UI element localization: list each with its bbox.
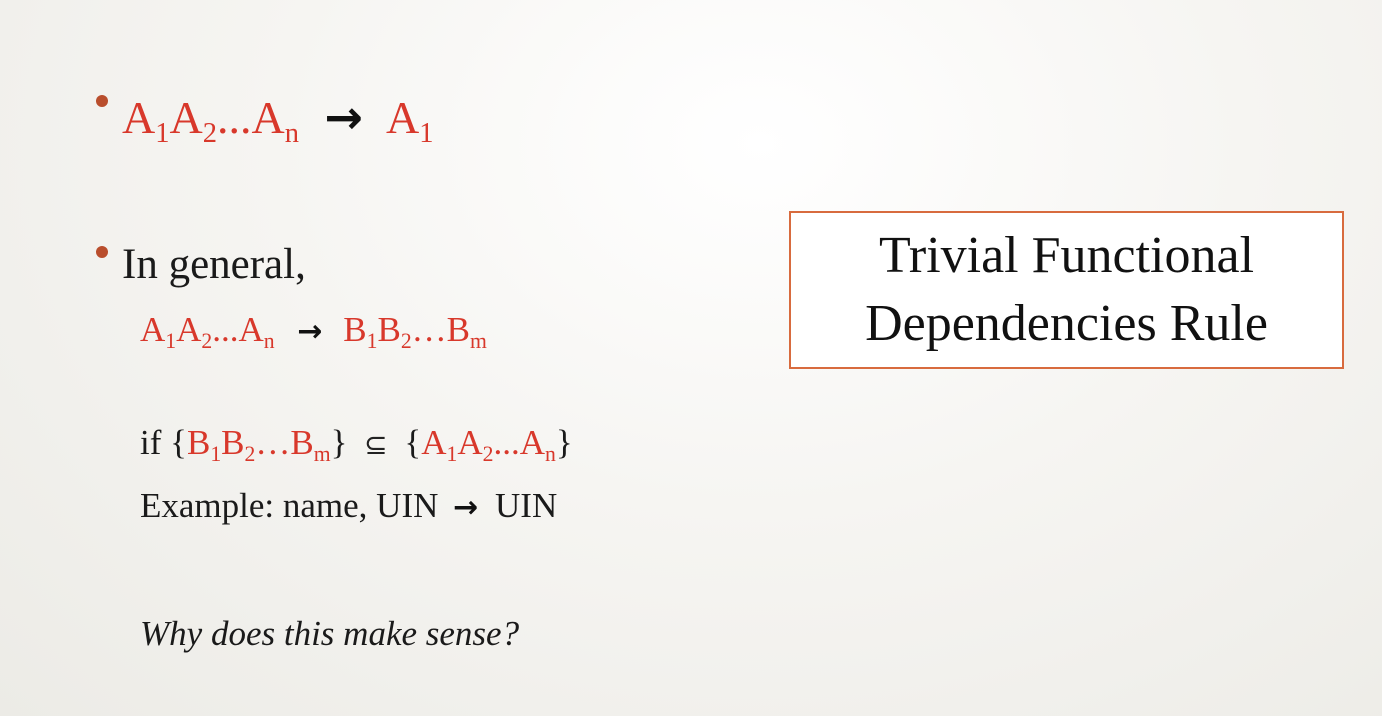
bullet-1-dot bbox=[96, 95, 108, 107]
example-line: Example: name, UIN → UIN bbox=[140, 488, 557, 523]
term: A2 bbox=[176, 310, 213, 353]
arrow-icon: → bbox=[324, 90, 364, 144]
term: A1 bbox=[386, 92, 434, 150]
subset-icon: ⊆ bbox=[364, 428, 388, 461]
open-brace: { bbox=[170, 423, 187, 462]
term: …Bm bbox=[411, 310, 487, 353]
close-brace: } bbox=[330, 423, 348, 462]
rule-title-box: Trivial Functional Dependencies Rule bbox=[789, 211, 1344, 369]
left-set: B1B2…Bm bbox=[186, 423, 331, 466]
arrow-icon: → bbox=[297, 314, 323, 349]
close-brace: } bbox=[555, 423, 573, 462]
right-set: A1A2...An bbox=[421, 423, 556, 466]
term: ...An bbox=[212, 310, 275, 353]
term: ...An bbox=[217, 92, 299, 150]
slide: A1A2...An → A1 In general, A1A2...An → B… bbox=[0, 0, 1382, 716]
term: B2 bbox=[377, 310, 412, 353]
example-rhs: UIN bbox=[495, 486, 558, 525]
term: A2 bbox=[169, 92, 218, 150]
fd-trivial-example: A1A2...An → A1 bbox=[122, 90, 434, 150]
rule-title-line-1: Trivial Functional bbox=[878, 227, 1255, 284]
bullet-2-dot bbox=[96, 246, 108, 258]
question-text: Why does this make sense? bbox=[140, 614, 520, 653]
term: A1 bbox=[140, 310, 177, 353]
general-heading: In general, bbox=[122, 241, 306, 288]
subset-condition: if {B1B2…Bm} ⊆ {A1A2...An} bbox=[140, 423, 573, 466]
open-brace: { bbox=[404, 423, 422, 462]
term: A1 bbox=[122, 92, 170, 150]
rule-title-line-2: Dependencies Rule bbox=[865, 295, 1268, 352]
example-lhs: Example: name, UIN bbox=[140, 486, 439, 525]
general-fd-rule: A1A2...An → B1B2…Bm bbox=[140, 310, 487, 353]
arrow-icon: → bbox=[453, 490, 479, 525]
condition-prefix: if bbox=[140, 423, 171, 462]
term: B1 bbox=[343, 310, 378, 353]
